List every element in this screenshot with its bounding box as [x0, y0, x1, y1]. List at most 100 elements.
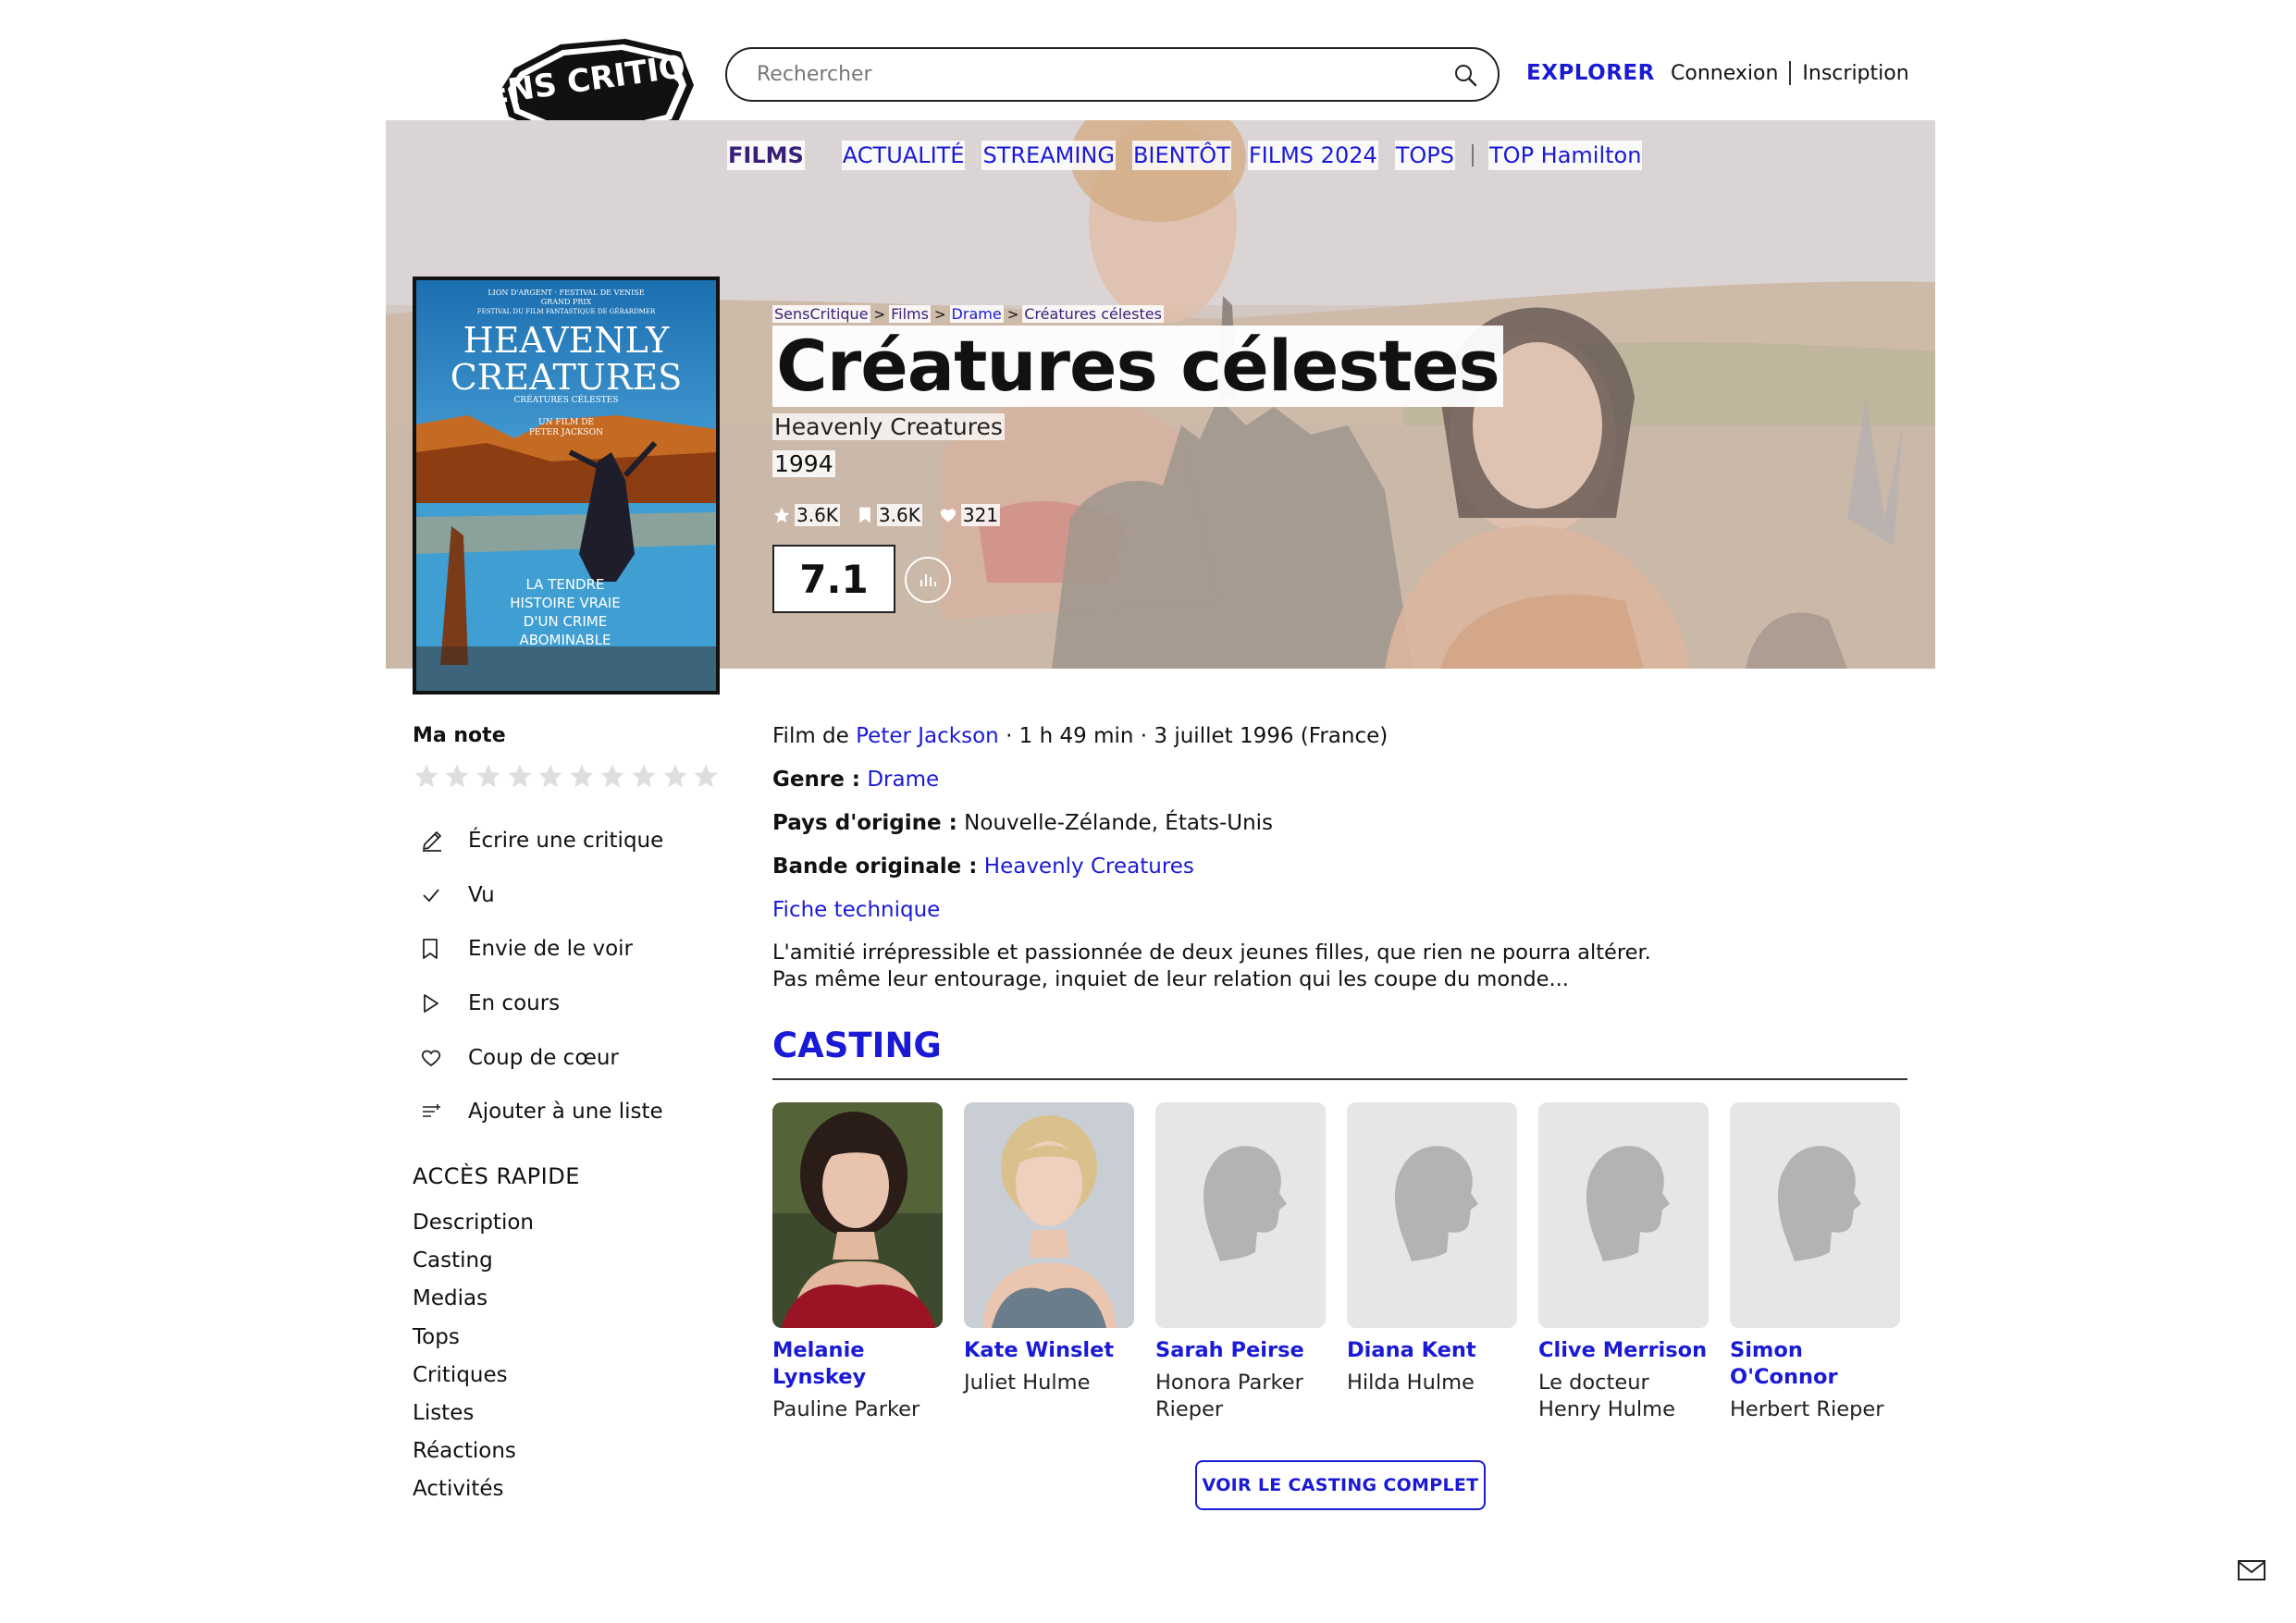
poster-by-2: PETER JACKSON — [529, 428, 603, 437]
rating-star-5-icon[interactable] — [535, 761, 566, 791]
soundtrack-row: Bande originale : Heavenly Creatures — [772, 855, 1194, 879]
cast-card[interactable]: Simon O'Connor Herbert Rieper — [1730, 1102, 1900, 1423]
want-to-see-label: Envie de le voir — [468, 937, 634, 962]
character-name: Le docteur Henry Hulme — [1538, 1371, 1675, 1421]
duration-release: · 1 h 49 min · 3 juillet 1996 (France) — [1006, 724, 1389, 748]
actor-photo-placeholder — [1538, 1102, 1709, 1328]
rating-star-8-icon[interactable] — [628, 761, 660, 791]
poster-by-1: UN FILM DE — [538, 418, 594, 427]
release-year: 1994 — [772, 450, 835, 477]
actor-name[interactable]: Melanie Lynskey — [772, 1337, 943, 1391]
poster-title-1: HEAVENLY — [463, 320, 671, 361]
actor-name[interactable]: Simon O'Connor — [1730, 1337, 1900, 1391]
in-progress-action[interactable]: En cours — [413, 977, 663, 1031]
cast-card[interactable]: Sarah Peirse Honora Parker Rieper — [1155, 1102, 1326, 1423]
cast-card[interactable]: Kate Winslet Juliet Hulme — [964, 1102, 1134, 1396]
seen-label: Vu — [468, 882, 495, 907]
star-icon — [773, 507, 790, 523]
movie-info: Film de Peter Jackson · 1 h 49 min · 3 j… — [772, 723, 1388, 941]
nav-films-2024[interactable]: FILMS 2024 — [1247, 141, 1378, 170]
rating-star-10-icon[interactable] — [690, 761, 722, 791]
actor-name[interactable]: Diana Kent — [1347, 1337, 1517, 1364]
breadcrumb-separator: > — [1006, 305, 1019, 323]
quick-link-tops[interactable]: Tops — [413, 1319, 534, 1357]
quick-link-listes[interactable]: Listes — [413, 1395, 534, 1432]
actor-photo-placeholder — [1730, 1102, 1900, 1328]
quick-link-medias[interactable]: Medias — [413, 1280, 534, 1318]
movie-poster[interactable]: LION D'ARGENT · FESTIVAL DE VENISE GRAND… — [413, 277, 720, 695]
breadcrumb-drame[interactable]: Drame — [949, 305, 1004, 323]
cast-card[interactable]: Diana Kent Hilda Hulme — [1347, 1102, 1517, 1396]
want-to-see-action[interactable]: Envie de le voir — [413, 922, 663, 977]
pencil-icon — [423, 831, 441, 853]
director-link[interactable]: Peter Jackson — [856, 724, 999, 748]
search-bar — [725, 47, 1500, 102]
login-link[interactable]: Connexion — [1671, 62, 1778, 85]
rating-star-6-icon[interactable] — [566, 761, 598, 791]
actor-name[interactable]: Clive Merrison — [1538, 1337, 1709, 1364]
breadcrumb: SensCritique > Films > Drame > Créatures… — [772, 305, 1164, 323]
full-cast-button[interactable]: VOIR LE CASTING COMPLET — [1195, 1460, 1486, 1510]
signup-link[interactable]: Inscription — [1802, 62, 1908, 85]
add-to-list-action[interactable]: Ajouter à une liste — [413, 1085, 663, 1139]
quick-link-critiques[interactable]: Critiques — [413, 1357, 534, 1395]
nav-top-hamilton[interactable]: TOP Hamilton — [1488, 141, 1643, 170]
rating-distribution-button[interactable] — [905, 557, 951, 603]
poster-tagline-3: D'UN CRIME — [524, 613, 607, 630]
soundtrack-link[interactable]: Heavenly Creatures — [984, 855, 1194, 879]
tech-sheet-link[interactable]: Fiche technique — [772, 898, 940, 922]
poster-title-2: CREATURES — [451, 357, 683, 398]
search-icon[interactable] — [1453, 63, 1477, 87]
favorite-label: Coup de cœur — [468, 1045, 619, 1070]
breadcrumb-films[interactable]: Films — [889, 305, 931, 323]
mail-icon[interactable] — [2237, 1559, 2266, 1585]
quick-access-list: Description Casting Medias Tops Critique… — [413, 1204, 534, 1509]
rating-star-3-icon[interactable] — [473, 761, 504, 791]
poster-tagline-2: HISTOIRE VRAIE — [510, 595, 621, 611]
nav-bientot[interactable]: BIENTÔT — [1131, 141, 1231, 170]
nav-tops[interactable]: TOPS — [1394, 141, 1456, 170]
nav-separator — [1472, 144, 1475, 166]
average-score: 7.1 — [772, 545, 895, 613]
add-to-list-label: Ajouter à une liste — [468, 1100, 663, 1125]
casting-divider — [772, 1078, 1907, 1080]
person-silhouette-icon — [1730, 1102, 1900, 1328]
cast-card[interactable]: Melanie Lynskey Pauline Parker — [772, 1102, 943, 1423]
nav-actualite[interactable]: ACTUALITÉ — [841, 141, 966, 170]
in-progress-label: En cours — [468, 991, 561, 1016]
quick-link-reactions[interactable]: Réactions — [413, 1432, 534, 1470]
favorite-action[interactable]: Coup de cœur — [413, 1030, 663, 1085]
write-review-action[interactable]: Écrire une critique — [413, 814, 663, 868]
rating-star-4-icon[interactable] — [504, 761, 536, 791]
movie-stats: 3.6K 3.6K 321 — [772, 504, 1017, 526]
category-nav: FILMS ACTUALITÉ STREAMING BIENTÔT FILMS … — [727, 141, 1659, 170]
breadcrumb-senscritique[interactable]: SensCritique — [772, 305, 870, 323]
quick-link-activites[interactable]: Activités — [413, 1470, 534, 1508]
rating-star-9-icon[interactable] — [660, 761, 691, 791]
poster-tagline-1: LA TENDRE — [525, 576, 604, 593]
nav-streaming[interactable]: STREAMING — [981, 141, 1116, 170]
rating-star-1-icon[interactable] — [411, 761, 442, 791]
genre-link[interactable]: Drame — [867, 768, 939, 792]
bookmark-icon — [423, 939, 438, 960]
explorer-link[interactable]: EXPLORER — [1526, 61, 1655, 85]
list-add-icon — [423, 1104, 440, 1118]
search-input[interactable] — [727, 49, 1453, 100]
seen-action[interactable]: Vu — [413, 868, 663, 923]
rating-star-2-icon[interactable] — [442, 761, 474, 791]
person-silhouette-icon — [1538, 1102, 1709, 1328]
poster-award-1: LION D'ARGENT · FESTIVAL DE VENISE — [488, 289, 644, 297]
check-icon — [423, 889, 439, 903]
rating-star-7-icon[interactable] — [598, 761, 629, 791]
favorites-count: 321 — [939, 504, 1001, 526]
cast-card[interactable]: Clive Merrison Le docteur Henry Hulme — [1538, 1102, 1709, 1423]
nav-films[interactable]: FILMS — [727, 141, 805, 170]
actor-name[interactable]: Kate Winslet — [964, 1337, 1134, 1364]
quick-link-description[interactable]: Description — [413, 1204, 534, 1242]
character-name: Honora Parker Rieper — [1155, 1371, 1303, 1421]
actor-name[interactable]: Sarah Peirse — [1155, 1337, 1326, 1364]
genre-row: Genre : Drame — [772, 768, 940, 792]
casting-title: CASTING — [772, 1026, 942, 1065]
character-name: Pauline Parker — [772, 1397, 920, 1421]
quick-link-casting[interactable]: Casting — [413, 1242, 534, 1280]
